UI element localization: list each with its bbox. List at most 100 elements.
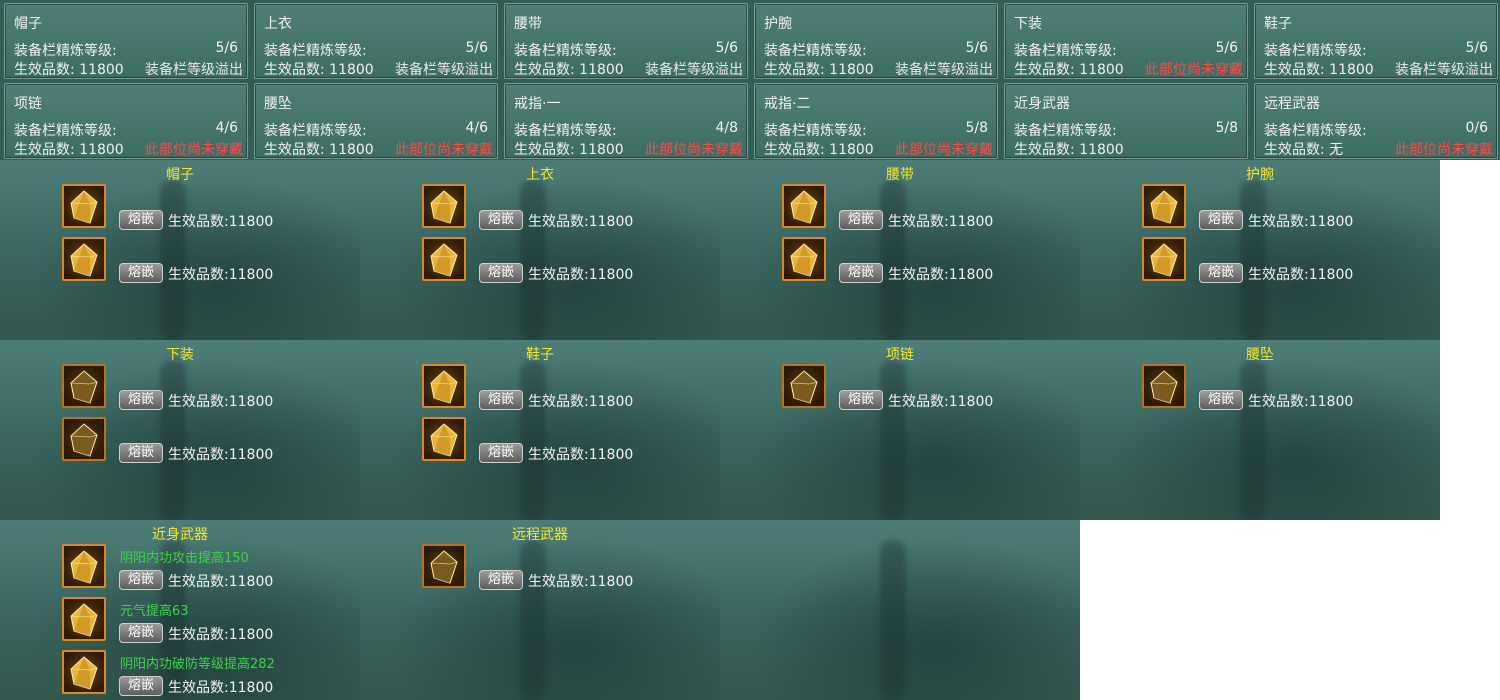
inlay-button[interactable]: 熔嵌: [479, 443, 523, 463]
inlay-button[interactable]: 熔嵌: [119, 443, 163, 463]
level-value: 5/6: [465, 40, 488, 56]
count-label: 生效品数: 11800: [1264, 62, 1374, 78]
inlay-button[interactable]: 熔嵌: [1199, 210, 1243, 230]
slot-value: 生效品数:11800: [528, 267, 634, 283]
panel-title: 远程武器: [512, 527, 568, 543]
gem-slot[interactable]: [782, 237, 826, 281]
gem-crystal-icon: [430, 243, 458, 277]
level-label: 装备栏精炼等级:: [1014, 43, 1117, 59]
gem-slot[interactable]: [62, 237, 106, 281]
slot-value: 生效品数:11800: [168, 394, 274, 410]
panel-title: 护腕: [1246, 167, 1274, 183]
inlay-button[interactable]: 熔嵌: [119, 210, 163, 230]
count-label: 生效品数: 11800: [264, 62, 374, 78]
inlay-button[interactable]: 熔嵌: [119, 263, 163, 283]
level-label: 装备栏精炼等级:: [1014, 123, 1117, 139]
inlay-button[interactable]: 熔嵌: [479, 570, 523, 590]
level-label: 装备栏精炼等级:: [764, 123, 867, 139]
gem-slot[interactable]: [422, 417, 466, 461]
status-note: 装备栏等级溢出: [895, 62, 993, 78]
inlay-button[interactable]: 熔嵌: [119, 676, 163, 696]
gem-slot[interactable]: [422, 184, 466, 228]
status-note: 此部位尚未穿戴: [1395, 142, 1493, 158]
inlay-button[interactable]: 熔嵌: [119, 390, 163, 410]
gem-effect: 阴阳内功破防等级提高282: [120, 657, 275, 672]
level-value: 4/6: [465, 120, 488, 136]
gem-slot[interactable]: [1142, 184, 1186, 228]
level-label: 装备栏精炼等级:: [264, 43, 367, 59]
gem-crystal-icon: [430, 550, 458, 584]
inlay-button[interactable]: 熔嵌: [119, 570, 163, 590]
gem-crystal-icon: [430, 190, 458, 224]
gem-slot[interactable]: [62, 184, 106, 228]
summary-card-hat: 帽子 装备栏精炼等级: 5/6 生效品数: 11800 装备栏等级溢出: [4, 3, 248, 79]
status-note: 此部位尚未穿戴: [145, 142, 243, 158]
gem-effect: 阴阳内功攻击提高150: [120, 551, 249, 566]
status-note: 装备栏等级溢出: [145, 62, 243, 78]
status-note: 此部位尚未穿戴: [395, 142, 493, 158]
slot-panel-ranged-weapon: 远程武器 熔嵌 生效品数:11800: [360, 520, 720, 700]
card-title: 上衣: [264, 16, 292, 32]
gem-slot[interactable]: [1142, 237, 1186, 281]
gem-slot[interactable]: [782, 364, 826, 408]
level-label: 装备栏精炼等级:: [764, 43, 867, 59]
inlay-button[interactable]: 熔嵌: [1199, 263, 1243, 283]
level-label: 装备栏精炼等级:: [14, 43, 117, 59]
level-value: 5/6: [215, 40, 238, 56]
card-title: 戒指·二: [764, 96, 811, 112]
slot-panel-shoes: 鞋子 熔嵌 生效品数:11800 熔嵌 生效品数:11800: [360, 340, 720, 520]
panel-title: 帽子: [166, 167, 194, 183]
inlay-button[interactable]: 熔嵌: [479, 210, 523, 230]
level-label: 装备栏精炼等级:: [14, 123, 117, 139]
gem-slot[interactable]: [1142, 364, 1186, 408]
gem-slot[interactable]: [62, 544, 106, 588]
inlay-button[interactable]: 熔嵌: [119, 623, 163, 643]
level-value: 0/6: [1465, 120, 1488, 136]
level-value: 4/8: [715, 120, 738, 136]
inlay-button[interactable]: 熔嵌: [1199, 390, 1243, 410]
level-value: 5/6: [1465, 40, 1488, 56]
slot-panel-hat: 帽子 熔嵌 生效品数:11800 熔嵌 生效品数:11800: [0, 160, 360, 340]
gem-slot[interactable]: [62, 597, 106, 641]
summary-card-shoes: 鞋子 装备栏精炼等级: 5/6 生效品数: 11800 装备栏等级溢出: [1254, 3, 1498, 79]
slot-value: 生效品数:11800: [528, 574, 634, 590]
summary-card-pants: 下装 装备栏精炼等级: 5/6 生效品数: 11800 此部位尚未穿戴: [1004, 3, 1248, 79]
slot-value: 生效品数:11800: [888, 214, 994, 230]
card-title: 帽子: [14, 16, 42, 32]
gem-crystal-icon: [70, 656, 98, 690]
count-label: 生效品数: 11800: [1014, 142, 1124, 158]
summary-card-pendant: 腰坠 装备栏精炼等级: 4/6 生效品数: 11800 此部位尚未穿戴: [254, 83, 498, 159]
count-label: 生效品数: 11800: [14, 142, 124, 158]
slot-panel-belt: 腰带 熔嵌 生效品数:11800 熔嵌 生效品数:11800: [720, 160, 1080, 340]
inlay-button[interactable]: 熔嵌: [839, 210, 883, 230]
gem-slot[interactable]: [422, 364, 466, 408]
gem-crystal-icon: [70, 370, 98, 404]
panel-title: 腰带: [886, 167, 914, 183]
slot-value: 生效品数:11800: [1248, 267, 1354, 283]
level-value: 5/6: [715, 40, 738, 56]
gem-crystal-icon: [430, 423, 458, 457]
gem-slot[interactable]: [62, 417, 106, 461]
slot-value: 生效品数:11800: [168, 447, 274, 463]
gem-crystal-icon: [70, 243, 98, 277]
slot-value: 生效品数:11800: [168, 267, 274, 283]
inlay-button[interactable]: 熔嵌: [479, 390, 523, 410]
gem-slot[interactable]: [422, 237, 466, 281]
gem-slot[interactable]: [782, 184, 826, 228]
gem-slot[interactable]: [62, 364, 106, 408]
slot-value: 生效品数:11800: [528, 214, 634, 230]
summary-card-ring-2: 戒指·二 装备栏精炼等级: 5/8 生效品数: 11800 此部位尚未穿戴: [754, 83, 998, 159]
inlay-button[interactable]: 熔嵌: [479, 263, 523, 283]
inlay-button[interactable]: 熔嵌: [839, 263, 883, 283]
gem-slot[interactable]: [62, 650, 106, 694]
status-note: 此部位尚未穿戴: [895, 142, 993, 158]
level-value: 5/6: [965, 40, 988, 56]
inlay-button[interactable]: 熔嵌: [839, 390, 883, 410]
gem-crystal-icon: [70, 423, 98, 457]
level-label: 装备栏精炼等级:: [264, 123, 367, 139]
summary-card-ring-1: 戒指·一 装备栏精炼等级: 4/8 生效品数: 11800 此部位尚未穿戴: [504, 83, 748, 159]
summary-card-necklace: 项链 装备栏精炼等级: 4/6 生效品数: 11800 此部位尚未穿戴: [4, 83, 248, 159]
gem-slot[interactable]: [422, 544, 466, 588]
panel-title: 下装: [166, 347, 194, 363]
gem-crystal-icon: [1150, 243, 1178, 277]
